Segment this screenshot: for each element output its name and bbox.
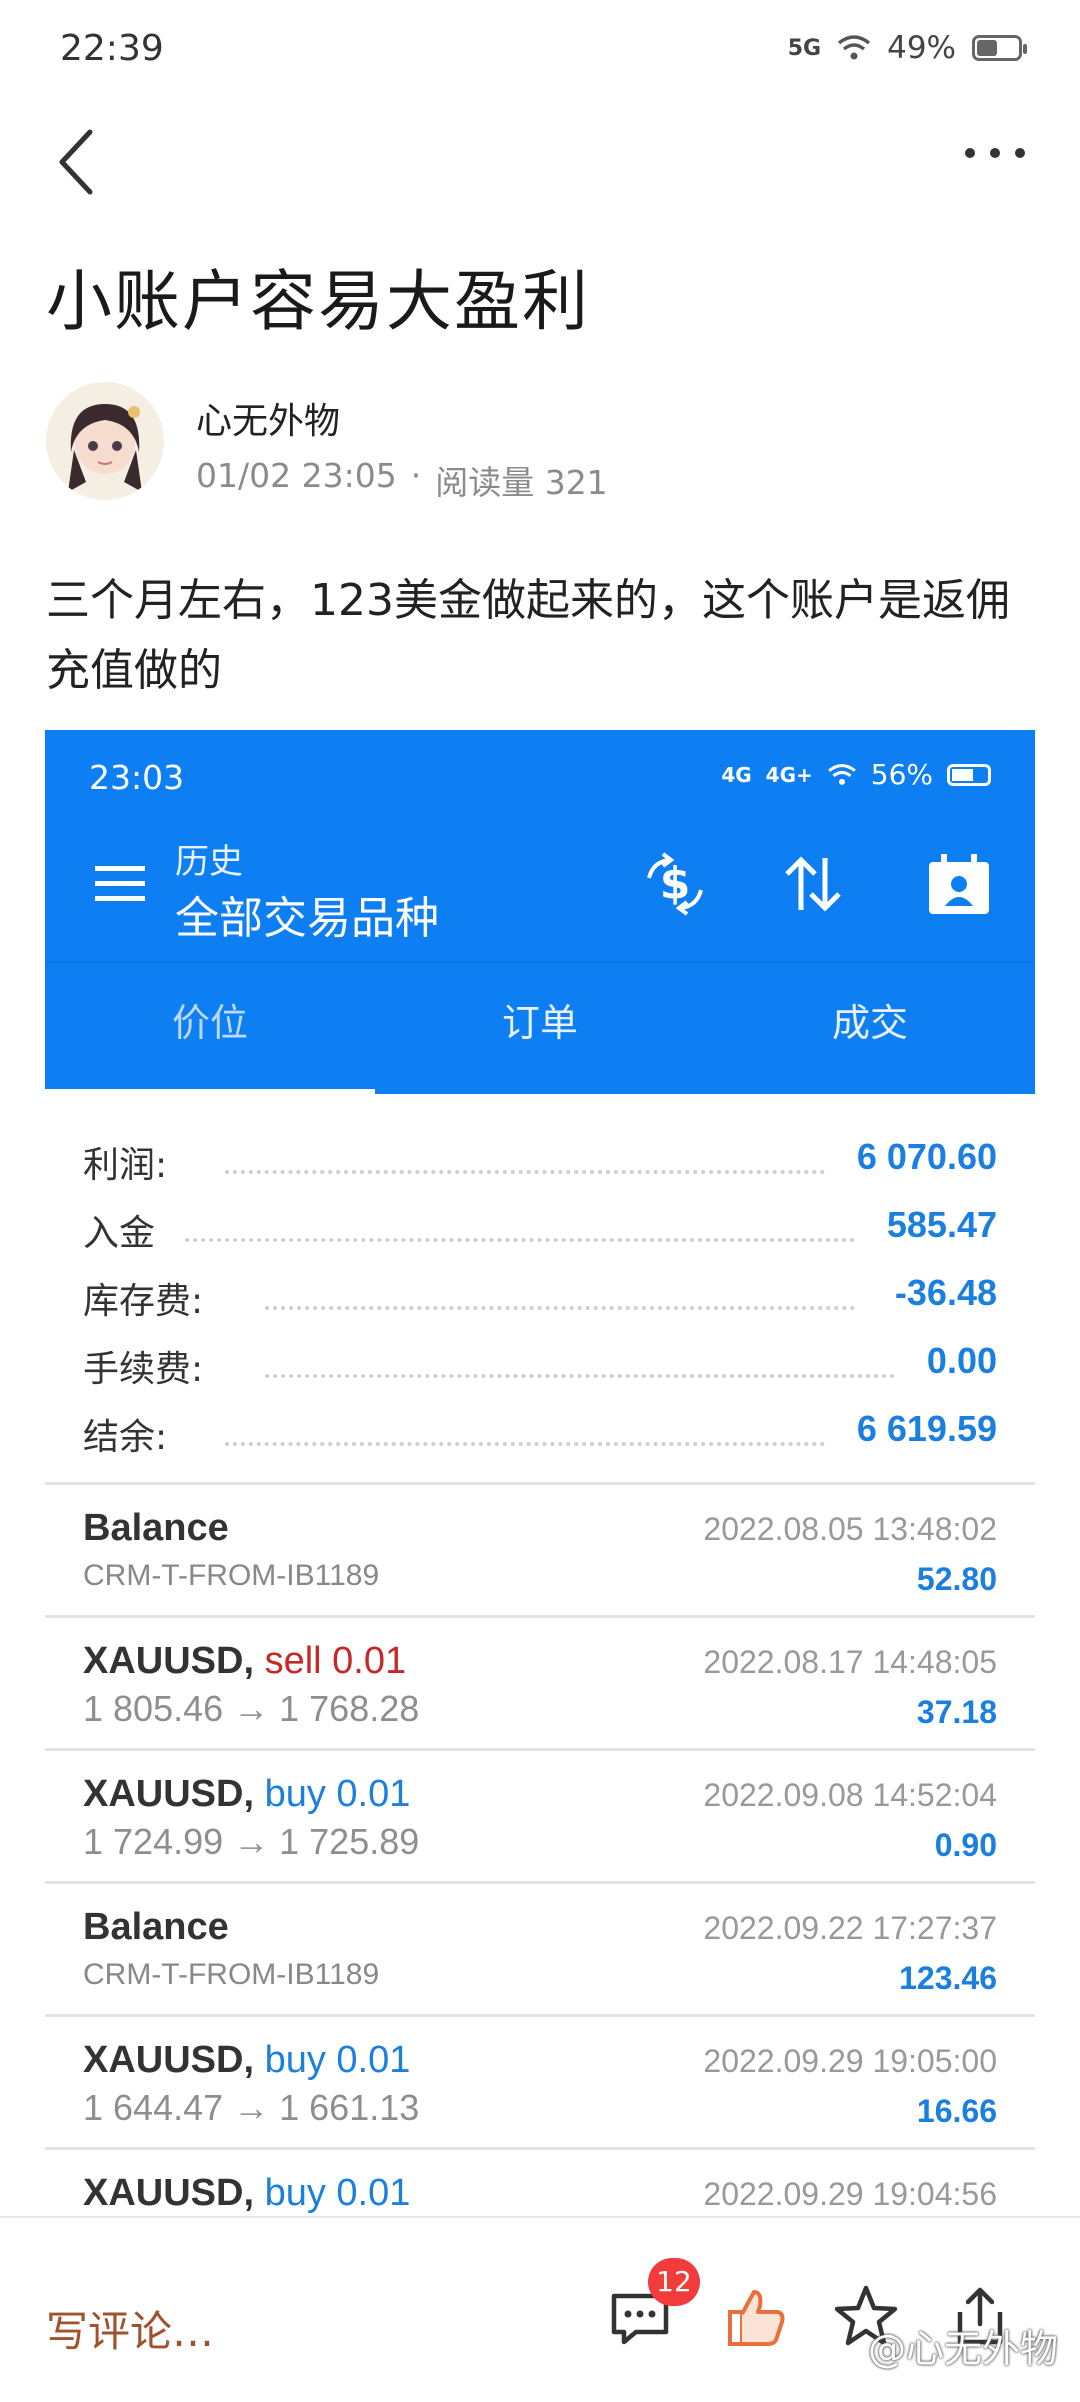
deal-prices: 1 805.46 → 1 768.28 bbox=[83, 1688, 420, 1729]
mt-status-time: 23:03 bbox=[89, 758, 185, 797]
watermark: @心无外物 bbox=[867, 2327, 1058, 2371]
deal-date: 2022.09.29 19:05:00 bbox=[703, 2043, 997, 2079]
read-count: 阅读量 321 bbox=[435, 463, 608, 502]
post-date: 01/02 23:05 bbox=[196, 456, 397, 495]
deal-side: sell 0.01 bbox=[264, 1640, 407, 1682]
deal-symbol: XAUUSD, buy 0.01 bbox=[83, 2039, 411, 2081]
mt-wifi-icon bbox=[827, 763, 856, 785]
leader-dots bbox=[225, 1166, 825, 1174]
summary-label: 库存费: bbox=[83, 1281, 204, 1322]
deal-amount: 16.66 bbox=[916, 2093, 997, 2129]
wifi-icon bbox=[838, 35, 871, 60]
deal-comment: CRM-T-FROM-IB1189 bbox=[83, 1559, 380, 1592]
more-icon[interactable] bbox=[960, 138, 1030, 168]
deal-side: buy 0.01 bbox=[264, 2039, 411, 2081]
mt-status-indicators: 4G 4G+ 56% bbox=[721, 758, 991, 791]
leader-dots bbox=[185, 1234, 855, 1242]
deal-date: 2022.08.17 14:48:05 bbox=[703, 1644, 997, 1680]
deal-side: buy 0.01 bbox=[264, 1773, 411, 1815]
summary-swap: 库存费: -36.48 bbox=[45, 1264, 1035, 1332]
summary-profit: 利润: 6 070.60 bbox=[45, 1128, 1035, 1196]
comment-count-badge: 12 bbox=[648, 2258, 700, 2306]
back-icon[interactable] bbox=[50, 122, 110, 202]
bottom-action-bar: 写评论… 12 @心无外物 bbox=[0, 2216, 1080, 2402]
deal-symbol: XAUUSD, buy 0.01 bbox=[83, 1773, 411, 1815]
deal-row: XAUUSD, buy 0.01 1 724.99 → 1 725.89 202… bbox=[45, 1748, 1035, 1881]
deal-row: Balance CRM-T-FROM-IB1189 2022.09.22 17:… bbox=[45, 1881, 1035, 2014]
deal-amount: 123.46 bbox=[899, 1960, 997, 1996]
leader-dots bbox=[265, 1302, 855, 1310]
calendar-contact-icon bbox=[929, 854, 989, 914]
summary-deposit: 入金 585.47 bbox=[45, 1196, 1035, 1264]
summary-value: -36.48 bbox=[894, 1272, 997, 1313]
deal-row: Balance CRM-T-FROM-IB1189 2022.08.05 13:… bbox=[45, 1482, 1035, 1615]
deal-list: Balance CRM-T-FROM-IB1189 2022.08.05 13:… bbox=[45, 1482, 1035, 2220]
deal-comment: CRM-T-FROM-IB1189 bbox=[83, 1958, 380, 1991]
battery-icon bbox=[972, 35, 1027, 61]
summary-value: 0.00 bbox=[926, 1340, 997, 1381]
article-title: 小账户容易大盈利 bbox=[46, 263, 590, 340]
mt-signal-icon: 4G bbox=[721, 762, 752, 787]
tab-price: 价位 bbox=[45, 963, 375, 1095]
article-body: 三个月左右，123美金做起来的，这个账户是返佣充值做的 bbox=[46, 575, 1010, 696]
mt-battery-percent: 56% bbox=[870, 758, 933, 791]
status-time: 22:39 bbox=[60, 28, 164, 69]
mt-header-subtitle: 历史 bbox=[175, 842, 243, 882]
mt-battery-icon bbox=[947, 763, 991, 786]
deal-date: 2022.09.08 14:52:04 bbox=[703, 1777, 997, 1813]
status-indicators: 5G 49% bbox=[787, 30, 1027, 66]
mt-tabs: 价位 订单 成交 bbox=[45, 962, 1035, 1095]
deal-amount: 37.18 bbox=[916, 1694, 997, 1730]
summary-commission: 手续费: 0.00 bbox=[45, 1332, 1035, 1400]
deal-row: XAUUSD, buy 0.01 1 644.47 → 1 661.13 202… bbox=[45, 2014, 1035, 2147]
summary-label: 利润: bbox=[83, 1145, 168, 1186]
like-icon[interactable] bbox=[720, 2280, 792, 2352]
deal-prices: 1 644.47 → 1 661.13 bbox=[83, 2087, 420, 2128]
deal-side: buy 0.01 bbox=[264, 2172, 411, 2214]
deal-date: 2022.09.29 19:04:56 bbox=[703, 2176, 997, 2212]
deal-row: XAUUSD, buy 0.01 2022.09.29 19:04:56 bbox=[45, 2147, 1035, 2220]
deal-amount: 0.90 bbox=[934, 1827, 997, 1863]
summary-label: 入金 bbox=[83, 1213, 156, 1254]
embedded-screenshot: 23:03 4G 4G+ 56% 历史 全部交易品种 $ 价位 订单 成交 利润… bbox=[45, 730, 1035, 2220]
leader-dots bbox=[265, 1370, 895, 1378]
author-name[interactable]: 心无外物 bbox=[196, 392, 340, 444]
summary-value: 585.47 bbox=[886, 1204, 997, 1245]
deal-date: 2022.09.22 17:27:37 bbox=[703, 1910, 997, 1946]
deal-symbol: XAUUSD, buy 0.01 bbox=[83, 2172, 411, 2214]
deal-row: XAUUSD, sell 0.01 1 805.46 → 1 768.28 20… bbox=[45, 1615, 1035, 1748]
summary-value: 6 070.60 bbox=[856, 1136, 997, 1177]
deal-prices: 1 724.99 → 1 725.89 bbox=[83, 1821, 420, 1862]
deal-symbol: Balance bbox=[83, 1906, 229, 1948]
meta-separator: · bbox=[410, 456, 422, 495]
signal-icon: 5G bbox=[787, 35, 822, 61]
battery-percent: 49% bbox=[887, 30, 956, 66]
summary-label: 手续费: bbox=[83, 1349, 204, 1390]
summary-balance: 结余: 6 619.59 bbox=[45, 1400, 1035, 1468]
article-meta: 01/02 23:05 · 阅读量 321 bbox=[196, 456, 608, 504]
menu-icon bbox=[95, 866, 145, 901]
deal-symbol: XAUUSD, sell 0.01 bbox=[83, 1640, 407, 1682]
summary-label: 结余: bbox=[83, 1417, 168, 1458]
avatar[interactable] bbox=[46, 382, 164, 500]
mt-header-title: 全部交易品种 bbox=[175, 893, 439, 944]
comment-input[interactable]: 写评论… bbox=[46, 2298, 214, 2359]
deal-amount: 52.80 bbox=[916, 1561, 997, 1597]
mt-signal2-icon: 4G+ bbox=[765, 762, 813, 787]
deal-date: 2022.08.05 13:48:02 bbox=[703, 1511, 997, 1547]
leader-dots bbox=[225, 1438, 825, 1446]
tab-orders: 订单 bbox=[501, 1001, 578, 1045]
currency-exchange-icon: $ bbox=[647, 852, 703, 916]
tab-deals: 成交 bbox=[831, 1001, 908, 1045]
deal-symbol: Balance bbox=[83, 1507, 229, 1549]
sort-icon bbox=[785, 856, 841, 912]
summary-value: 6 619.59 bbox=[856, 1408, 997, 1449]
